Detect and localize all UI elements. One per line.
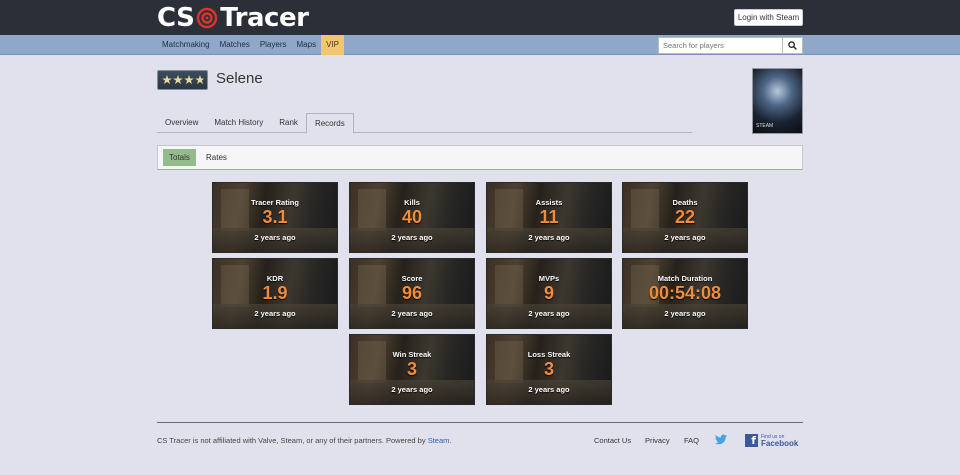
footer-period: . — [449, 436, 452, 445]
footer-divider — [157, 422, 803, 423]
record-value: 3 — [543, 359, 554, 379]
record-card-deaths[interactable]: Deaths 22 2 years ago — [622, 182, 748, 253]
record-title: Win Streak — [392, 350, 432, 359]
record-card-kdr[interactable]: KDR 1.9 2 years ago — [212, 258, 338, 329]
player-avatar[interactable]: STEAM — [752, 68, 803, 134]
nav-item-players[interactable]: Players — [255, 35, 292, 55]
record-title: Deaths — [672, 198, 698, 207]
record-card-kills[interactable]: Kills 40 2 years ago — [349, 182, 475, 253]
record-value: 22 — [674, 207, 696, 227]
record-card-mvps[interactable]: MVPs 9 2 years ago — [486, 258, 612, 329]
nav-item-maps[interactable]: Maps — [292, 35, 322, 55]
top-header: CS Tracer Login with Steam — [0, 0, 960, 35]
nav-item-matchmaking[interactable]: Matchmaking — [157, 35, 215, 55]
record-card-match-duration[interactable]: Match Duration 00:54:08 2 years ago — [622, 258, 748, 329]
footer-disclaimer: CS Tracer is not affiliated with Valve, … — [157, 436, 451, 445]
twitter-icon[interactable] — [715, 434, 727, 447]
record-card-tracer-rating[interactable]: Tracer Rating 3.1 2 years ago — [212, 182, 338, 253]
player-name: Selene — [216, 70, 263, 87]
record-date: 2 years ago — [528, 309, 570, 318]
tab-rank[interactable]: Rank — [271, 113, 306, 132]
footer-disclaimer-text: CS Tracer is not affiliated with Valve, … — [157, 436, 428, 445]
footer-privacy-link[interactable]: Privacy — [645, 436, 670, 445]
player-search-input[interactable] — [658, 37, 783, 54]
record-value: 9 — [543, 283, 554, 303]
search-button[interactable] — [782, 37, 803, 54]
record-date: 2 years ago — [528, 385, 570, 394]
crosshair-logo-icon — [196, 7, 218, 29]
record-date: 2 years ago — [664, 309, 706, 318]
record-card-loss-streak[interactable]: Loss Streak 3 2 years ago — [486, 334, 612, 405]
record-date: 2 years ago — [528, 233, 570, 242]
record-title: MVPs — [538, 274, 560, 283]
record-value: 00:54:08 — [648, 283, 722, 303]
record-date: 2 years ago — [664, 233, 706, 242]
record-date: 2 years ago — [391, 385, 433, 394]
records-subtabs: Totals Rates — [157, 145, 803, 170]
record-title: KDR — [266, 274, 284, 283]
facebook-big-text: Facebook — [761, 438, 799, 448]
footer-contact-link[interactable]: Contact Us — [594, 436, 631, 445]
record-date: 2 years ago — [254, 309, 296, 318]
record-title: Tracer Rating — [251, 198, 299, 207]
record-title: Assists — [535, 198, 563, 207]
login-with-steam-button[interactable]: Login with Steam — [734, 9, 803, 26]
record-card-assists[interactable]: Assists 11 2 years ago — [486, 182, 612, 253]
record-date: 2 years ago — [254, 233, 296, 242]
tab-records[interactable]: Records — [305, 113, 354, 134]
rank-stars-icon — [161, 75, 204, 84]
logo-text-left: CS — [157, 3, 195, 33]
nav-item-matches[interactable]: Matches — [215, 35, 255, 55]
record-date: 2 years ago — [391, 233, 433, 242]
logo-text-right: Tracer — [220, 3, 309, 33]
search-icon — [788, 41, 797, 50]
tab-overview[interactable]: Overview — [157, 113, 206, 132]
record-card-win-streak[interactable]: Win Streak 3 2 years ago — [349, 334, 475, 405]
main-nav: Matchmaking Matches Players Maps VIP — [0, 35, 960, 55]
subtab-rates[interactable]: Rates — [200, 149, 233, 166]
record-value: 40 — [401, 207, 423, 227]
footer-faq-link[interactable]: FAQ — [684, 436, 699, 445]
record-value: 3 — [406, 359, 417, 379]
record-value: 1.9 — [262, 283, 288, 303]
facebook-icon: f — [745, 433, 758, 447]
rank-badge — [157, 70, 208, 90]
record-title: Loss Streak — [527, 350, 571, 359]
record-title: Kills — [404, 198, 420, 207]
site-logo[interactable]: CS Tracer — [157, 3, 309, 33]
record-value: 11 — [539, 207, 559, 227]
record-title: Score — [401, 274, 423, 283]
record-date: 2 years ago — [391, 309, 433, 318]
nav-item-vip[interactable]: VIP — [321, 35, 344, 55]
tab-match-history[interactable]: Match History — [206, 113, 271, 132]
facebook-link[interactable]: f Find us on Facebook — [745, 433, 798, 447]
footer-steam-link[interactable]: Steam — [428, 436, 450, 445]
profile-tabs: Overview Match History Rank Records — [157, 113, 692, 134]
subtab-totals[interactable]: Totals — [163, 149, 196, 166]
record-title: Match Duration — [657, 274, 713, 283]
avatar-steam-caption: STEAM — [756, 123, 774, 129]
record-value: 3.1 — [262, 207, 288, 227]
record-value: 96 — [401, 283, 423, 303]
record-card-score[interactable]: Score 96 2 years ago — [349, 258, 475, 329]
